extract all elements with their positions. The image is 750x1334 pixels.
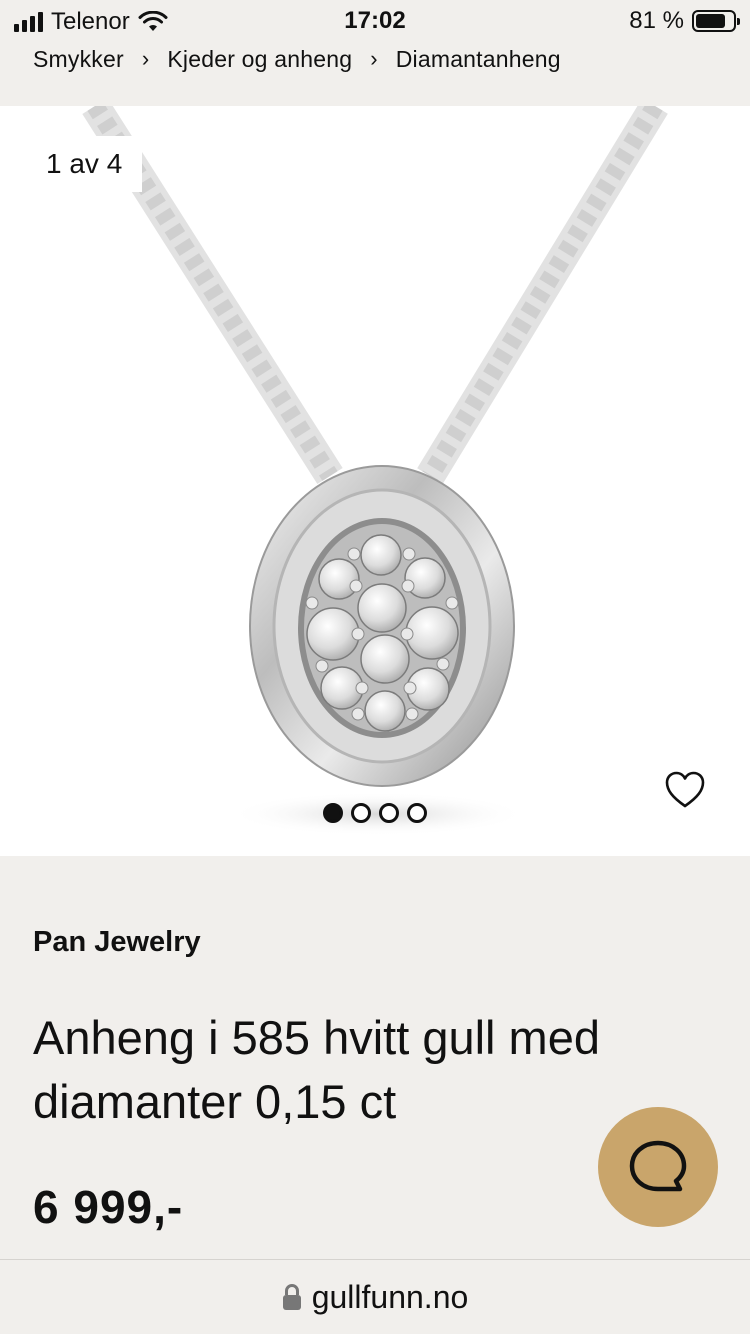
gallery-dot[interactable] xyxy=(323,803,343,823)
chat-bubble-icon xyxy=(629,1140,687,1192)
product-gallery[interactable]: 1 av 4 xyxy=(0,106,750,856)
product-image[interactable] xyxy=(0,106,750,856)
chat-button[interactable] xyxy=(598,1107,718,1227)
chevron-right-icon: › xyxy=(141,46,150,71)
gallery-dot[interactable] xyxy=(379,803,399,823)
battery-percentage: 81 % xyxy=(629,7,684,34)
product-brand[interactable]: Pan Jewelry xyxy=(33,926,201,959)
status-right: 81 % xyxy=(629,7,740,35)
breadcrumb-item-diamantanheng[interactable]: Diamantanheng xyxy=(396,46,561,73)
gallery-dot[interactable] xyxy=(351,803,371,823)
url-bar[interactable]: gullfunn.no xyxy=(0,1259,750,1334)
battery-icon xyxy=(692,10,740,32)
breadcrumb-item-kjeder-og-anheng[interactable]: Kjeder og anheng xyxy=(167,46,352,73)
lock-icon xyxy=(282,1284,301,1310)
status-bar: Telenor 17:02 81 % xyxy=(0,0,750,40)
breadcrumb: Smykker › Kjeder og anheng › Diamantanhe… xyxy=(33,42,561,76)
product-price: 6 999,- xyxy=(33,1181,184,1233)
url-domain: gullfunn.no xyxy=(311,1278,469,1315)
gallery-dot[interactable] xyxy=(407,803,427,823)
gallery-pagination xyxy=(0,803,750,823)
image-counter: 1 av 4 xyxy=(26,136,143,192)
product-title: Anheng i 585 hvitt gull med diamanter 0,… xyxy=(33,1011,600,1128)
breadcrumb-item-smykker[interactable]: Smykker xyxy=(33,46,124,73)
chevron-right-icon: › xyxy=(370,46,378,71)
battery-level xyxy=(696,14,726,28)
